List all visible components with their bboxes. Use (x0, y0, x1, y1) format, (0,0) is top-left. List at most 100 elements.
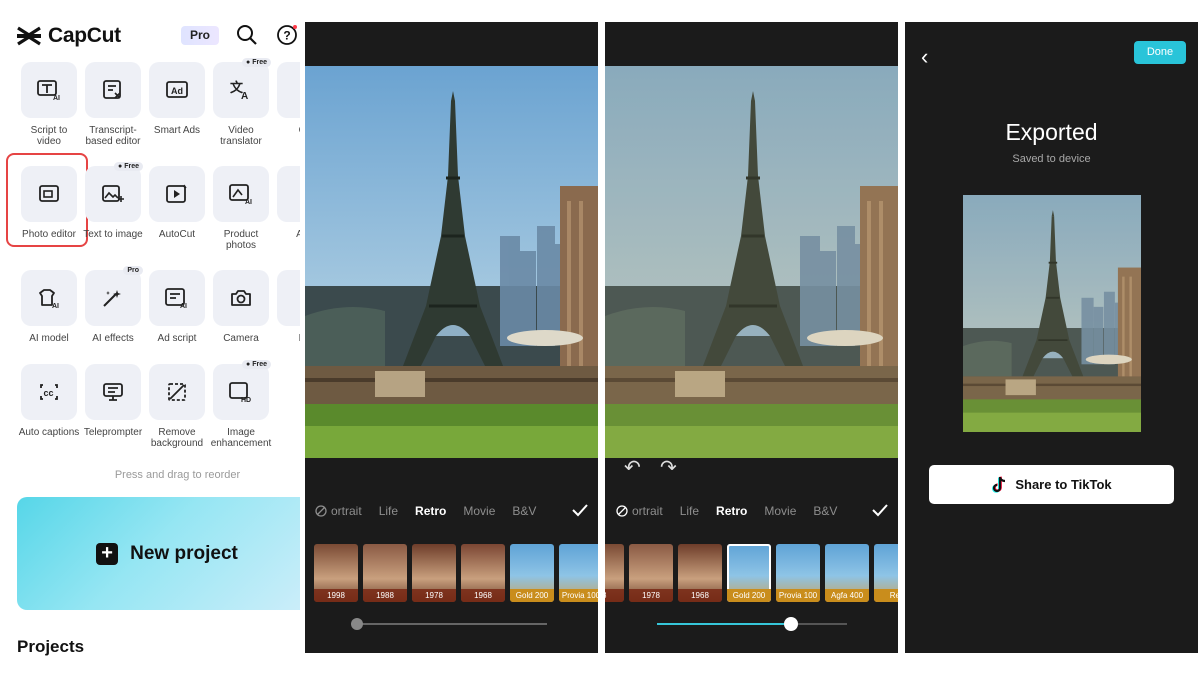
svg-text:HD: HD (241, 397, 251, 403)
check-icon[interactable] (871, 503, 889, 517)
plus-icon: + (96, 542, 119, 565)
tool-label: Transcript-based editor (85, 125, 141, 147)
tool-ai-model[interactable]: AI AI model (18, 270, 80, 344)
help-icon[interactable]: ? (276, 24, 298, 46)
tab-bw[interactable]: B&V (813, 504, 837, 518)
tool-ad-script[interactable]: AI Ad script (146, 270, 208, 344)
tool-label: AI effects (92, 333, 134, 344)
filter-preset-thumb[interactable]: Provia 100 (559, 544, 598, 602)
tool-transcript-editor[interactable]: Transcript-based editor (82, 62, 144, 147)
intensity-slider-knob[interactable] (351, 618, 363, 630)
filter-preset-thumb[interactable]: 1978 (629, 544, 673, 602)
tab-bw[interactable]: B&V (512, 504, 536, 518)
filter-preset-thumb[interactable]: 1968 (461, 544, 505, 602)
share-to-tiktok-button[interactable]: Share to TikTok (929, 465, 1174, 504)
free-badge: ● Free (242, 58, 271, 67)
tool-image-enhancement[interactable]: ● Free HD Image enhancement (210, 360, 272, 449)
teleprompter-icon (85, 364, 141, 420)
tab-movie[interactable]: Movie (764, 504, 796, 518)
filter-preset-thumb[interactable]: Gold 200 (510, 544, 554, 602)
capcut-logo-icon (17, 26, 41, 46)
tool-auto-captions[interactable]: cc Auto captions (18, 364, 80, 438)
filter-preset-thumb[interactable]: Provia 100 (776, 544, 820, 602)
capcut-home-panel: CapCut Pro ? AI Script to video Transcri… (0, 0, 300, 675)
tab-retro[interactable]: Retro (716, 504, 747, 518)
done-button[interactable]: Done (1134, 41, 1186, 64)
remove-background-icon (149, 364, 205, 420)
photo-editor-retro-panel-adjusted: ↶ ↷ ortrait Life Retro Movie B&V 88 1978 1… (605, 22, 898, 653)
reorder-hint: Press and drag to reorder (114, 469, 241, 481)
tool-autocut[interactable]: AutoCut (146, 166, 208, 240)
intensity-slider-knob[interactable] (784, 617, 798, 631)
check-icon[interactable] (571, 503, 589, 517)
smart-ads-icon: Ad (149, 62, 205, 118)
tool-text-to-image[interactable]: ● Free Text to image (82, 162, 144, 240)
svg-text:A: A (241, 91, 248, 101)
tab-portrait[interactable]: ortrait (331, 504, 362, 518)
tab-portrait[interactable]: ortrait (632, 504, 663, 518)
tool-label: AI p (296, 229, 300, 240)
export-subtitle: Saved to device (1012, 153, 1091, 165)
ai-effects-icon: Pro (85, 266, 143, 326)
pro-badge[interactable]: Pro (181, 26, 219, 45)
filter-presets: 1998 1988 1978 1968 Gold 200 Provia 100 (314, 544, 598, 602)
logo-text: CapCut (48, 24, 121, 47)
filter-preset-label: Ret (874, 589, 898, 602)
ad-script-icon: AI (149, 270, 205, 326)
tab-life[interactable]: Life (379, 504, 398, 518)
tool-remove-background[interactable]: Remove background (146, 364, 208, 449)
no-filter-icon[interactable] (315, 505, 327, 517)
no-filter-icon[interactable] (616, 505, 628, 517)
filter-preset-label: Provia 100 (559, 589, 598, 602)
tool-ai-effects[interactable]: Pro AI effects (82, 266, 144, 344)
tool-label: Image enhancement (210, 427, 272, 449)
text-to-image-icon: ● Free (85, 162, 143, 222)
filter-preset-label: Gold 200 (727, 589, 771, 602)
tool-script-to-video[interactable]: AI Script to video (18, 62, 80, 147)
photo-editor-retro-panel: ortrait Life Retro Movie B&V 1998 1988 197… (305, 22, 598, 653)
new-project-button[interactable]: + New project (17, 497, 300, 610)
filter-preset-label: Gold 200 (510, 589, 554, 602)
svg-text:cc: cc (44, 388, 54, 398)
script-to-video-icon: AI (21, 62, 77, 118)
tool-label: Smart Ads (153, 125, 201, 136)
filter-preset-label: 1968 (461, 589, 505, 602)
back-arrow-icon[interactable]: ‹ (921, 44, 928, 70)
projects-heading: Projects (17, 637, 85, 656)
tab-movie[interactable]: Movie (463, 504, 495, 518)
tab-life[interactable]: Life (680, 504, 699, 518)
filter-preset-thumb[interactable]: 88 (605, 544, 624, 602)
filter-preset-thumb[interactable]: 1978 (412, 544, 456, 602)
tool-cut-off[interactable]: AI p (274, 166, 300, 240)
tool-product-photos[interactable]: AI Product photos (210, 166, 272, 251)
tool-label: Video translator (220, 125, 262, 147)
svg-text:Ad: Ad (171, 86, 183, 96)
tool-cut-off[interactable]: Re (274, 270, 300, 344)
search-icon[interactable] (236, 24, 258, 46)
tool-label: AutoCut (158, 229, 196, 240)
tool-video-translator[interactable]: ● Free 文A Video translator (210, 58, 272, 147)
tool-smart-ads[interactable]: Ad Smart Ads (146, 62, 208, 136)
svg-text:?: ? (283, 29, 290, 43)
camera-icon (213, 270, 269, 326)
filter-preset-thumb[interactable]: 1998 (314, 544, 358, 602)
filter-preset-thumb[interactable]: Agfa 400 (825, 544, 869, 602)
tool-cut-off[interactable]: Co (274, 62, 300, 136)
tab-retro[interactable]: Retro (415, 504, 446, 518)
filter-preset-thumb[interactable]: 1968 (678, 544, 722, 602)
transcript-editor-icon (85, 62, 141, 118)
tool-photo-editor[interactable]: Photo editor (18, 166, 80, 240)
undo-icon[interactable]: ↶ (624, 455, 641, 480)
tool-label: Script to video (30, 125, 68, 147)
filter-preset-thumb[interactable]: Gold 200 (727, 544, 771, 602)
free-badge: ● Free (242, 360, 271, 369)
redo-icon[interactable]: ↷ (660, 455, 677, 480)
tool-camera[interactable]: Camera (210, 270, 272, 344)
filter-preset-thumb[interactable]: 1988 (363, 544, 407, 602)
ai-model-icon: AI (21, 270, 77, 326)
intensity-slider-track[interactable] (357, 623, 547, 625)
tool-label: Product photos (223, 229, 259, 251)
tool-teleprompter[interactable]: Teleprompter (82, 364, 144, 438)
capcut-logo: CapCut (16, 24, 121, 48)
filter-preset-thumb[interactable]: Ret (874, 544, 898, 602)
